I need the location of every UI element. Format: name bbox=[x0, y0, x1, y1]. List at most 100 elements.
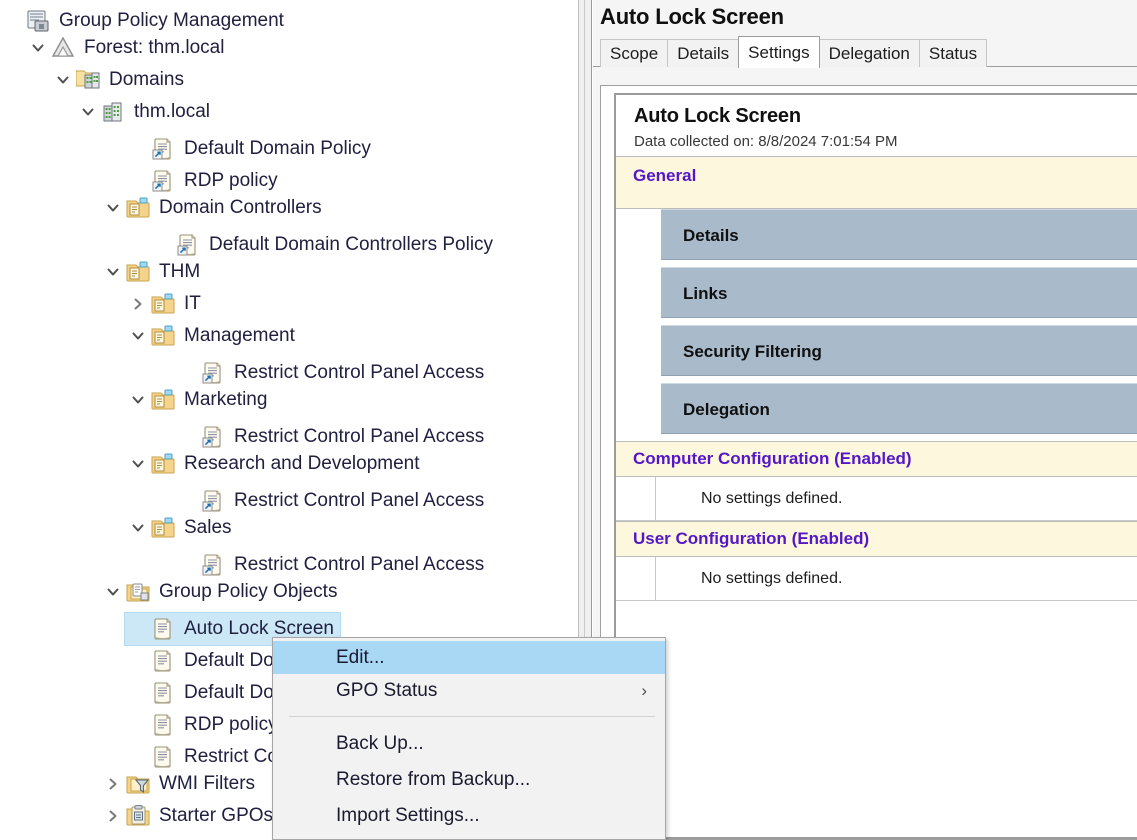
tree-item[interactable]: THM bbox=[0, 256, 578, 288]
chevron-right-icon[interactable] bbox=[125, 296, 151, 312]
tree-item[interactable]: Management bbox=[0, 320, 578, 352]
section-general-label: General bbox=[633, 166, 697, 185]
gpo-icon bbox=[151, 617, 177, 641]
report-frame: Auto Lock Screen Data collected on: 8/8/… bbox=[614, 93, 1137, 839]
report-heading: Auto Lock Screen bbox=[634, 105, 801, 127]
tree-item-content[interactable]: Domain Controllers bbox=[100, 192, 328, 224]
tab-settings[interactable]: Settings bbox=[738, 36, 820, 68]
tab-status[interactable]: Status bbox=[918, 39, 988, 67]
menu-item-back-up[interactable]: Back Up... bbox=[273, 726, 665, 762]
tree-item-content[interactable]: WMI Filters bbox=[100, 768, 261, 800]
gpo-settings-report[interactable]: Auto Lock Screen Data collected on: 8/8/… bbox=[616, 95, 1137, 837]
gpo-icon bbox=[151, 681, 177, 705]
tree-item[interactable]: Default Domain Controllers Policy bbox=[0, 224, 578, 256]
gpo-icon bbox=[151, 745, 177, 769]
gpo-link-icon bbox=[151, 137, 177, 161]
tree-item[interactable]: Restrict Control Panel Access bbox=[0, 416, 578, 448]
tree-item[interactable]: IT bbox=[0, 288, 578, 320]
chevron-down-icon[interactable] bbox=[125, 328, 151, 344]
ou-icon bbox=[151, 324, 177, 348]
tree-item[interactable]: Restrict Control Panel Access bbox=[0, 352, 578, 384]
tab-scope[interactable]: Scope bbox=[600, 39, 669, 67]
tree-item[interactable]: Forest: thm.local bbox=[0, 32, 578, 64]
gpo-details-pane: Auto Lock Screen Scope Details Settings Del… bbox=[593, 0, 1137, 840]
tree-item-content[interactable]: thm.local bbox=[75, 96, 216, 128]
chevron-down-icon[interactable] bbox=[100, 264, 126, 280]
report-header: Auto Lock Screen Data collected on: 8/8/… bbox=[616, 95, 1137, 156]
chevron-down-icon[interactable] bbox=[125, 520, 151, 536]
tabstrip[interactable]: Scope Details Settings Delegation Status bbox=[593, 36, 1137, 68]
tree-item[interactable]: Sales bbox=[0, 512, 578, 544]
tree-item-content[interactable]: Group Policy Objects bbox=[100, 576, 343, 608]
tree-item-content[interactable]: Sales bbox=[125, 512, 238, 544]
gpo-icon bbox=[151, 713, 177, 737]
tree-item-label: Management bbox=[184, 325, 295, 346]
tab-details[interactable]: Details bbox=[667, 39, 740, 67]
menu-separator bbox=[289, 716, 655, 717]
ou-icon bbox=[151, 516, 177, 540]
chevron-down-icon[interactable] bbox=[25, 40, 51, 56]
tree-item-content[interactable]: Starter GPOs bbox=[100, 800, 279, 832]
report-section-user-configuration[interactable]: User Configuration (Enabled) bbox=[616, 521, 1137, 557]
tree-item[interactable]: Domain Controllers bbox=[0, 192, 578, 224]
tree-item[interactable]: Research and Development bbox=[0, 448, 578, 480]
subsection-gap bbox=[661, 318, 1137, 325]
subsection-gap bbox=[661, 260, 1137, 267]
menu-item-label: Back Up... bbox=[336, 733, 424, 754]
subsection-security-filtering[interactable]: Security Filtering bbox=[661, 325, 1137, 376]
chevron-down-icon[interactable] bbox=[125, 392, 151, 408]
chevron-right-icon[interactable] bbox=[100, 776, 126, 792]
tab-delegation[interactable]: Delegation bbox=[818, 39, 920, 67]
tree-item[interactable]: Auto Lock Screen bbox=[0, 608, 578, 646]
subsection-details[interactable]: Details bbox=[661, 209, 1137, 260]
menu-item-restore-from-backup[interactable]: Restore from Backup... bbox=[273, 762, 665, 798]
report-section-computer-configuration[interactable]: Computer Configuration (Enabled) bbox=[616, 441, 1137, 477]
ou-icon bbox=[126, 260, 152, 284]
tree-item[interactable]: Marketing bbox=[0, 384, 578, 416]
tree-item-content[interactable]: Marketing bbox=[125, 384, 273, 416]
tree-item[interactable]: Restrict Control Panel Access bbox=[0, 544, 578, 576]
tree-item[interactable]: Group Policy Objects bbox=[0, 576, 578, 608]
tree-item[interactable]: Default Domain Policy bbox=[0, 128, 578, 160]
menu-item-import-settings[interactable]: Import Settings... bbox=[273, 798, 665, 834]
tree-item[interactable]: Domains bbox=[0, 64, 578, 96]
tree-item-label: thm.local bbox=[134, 101, 211, 122]
console-root-icon bbox=[26, 9, 52, 33]
menu-item-edit[interactable]: Edit... bbox=[273, 641, 665, 674]
tree-item-content[interactable]: Forest: thm.local bbox=[25, 32, 230, 64]
tree-item-content[interactable]: Domains bbox=[50, 64, 190, 96]
gpo-context-menu[interactable]: Edit... GPO Status › Back Up... Restore from… bbox=[272, 637, 666, 840]
tree-item-content[interactable]: THM bbox=[100, 256, 206, 288]
chevron-down-icon[interactable] bbox=[125, 456, 151, 472]
tree-item[interactable]: thm.local bbox=[0, 96, 578, 128]
tree-item-label: Forest: thm.local bbox=[84, 37, 225, 58]
tree-item-label: Marketing bbox=[184, 389, 268, 410]
chevron-down-icon[interactable] bbox=[75, 104, 101, 120]
ou-icon bbox=[151, 388, 177, 412]
tree-item[interactable]: Group Policy Management bbox=[0, 0, 578, 32]
tree-item-label: Research and Development bbox=[184, 453, 420, 474]
tree-item-content[interactable]: IT bbox=[125, 288, 207, 320]
menu-item-label: Edit... bbox=[336, 647, 385, 668]
report-section-general[interactable]: General bbox=[616, 156, 1137, 209]
page-title: Auto Lock Screen bbox=[600, 4, 784, 29]
chevron-down-icon[interactable] bbox=[100, 200, 126, 216]
tree-item-label: Domain Controllers bbox=[159, 197, 322, 218]
row-cell: No settings defined. bbox=[656, 557, 1137, 600]
tree-item-content[interactable]: Research and Development bbox=[125, 448, 426, 480]
tree-item[interactable]: Restrict Control Panel Access bbox=[0, 480, 578, 512]
report-collected-timestamp: Data collected on: 8/8/2024 7:01:54 PM bbox=[634, 133, 898, 150]
computer-configuration-label: Computer Configuration (Enabled) bbox=[633, 449, 912, 468]
subsection-links[interactable]: Links bbox=[661, 267, 1137, 318]
subsection-delegation[interactable]: Delegation bbox=[661, 383, 1137, 434]
menu-item-gpo-status[interactable]: GPO Status › bbox=[273, 674, 665, 707]
starter-gpo-icon bbox=[126, 804, 152, 828]
report-outer-border: Auto Lock Screen Data collected on: 8/8/… bbox=[600, 85, 1137, 840]
chevron-right-icon[interactable] bbox=[100, 808, 126, 824]
chevron-right-icon: › bbox=[641, 681, 647, 700]
tree-item-content[interactable]: Management bbox=[125, 320, 301, 352]
computer-configuration-value: No settings defined. bbox=[701, 489, 843, 507]
chevron-down-icon[interactable] bbox=[100, 584, 126, 600]
tree-item[interactable]: RDP policy bbox=[0, 160, 578, 192]
chevron-down-icon[interactable] bbox=[50, 72, 76, 88]
